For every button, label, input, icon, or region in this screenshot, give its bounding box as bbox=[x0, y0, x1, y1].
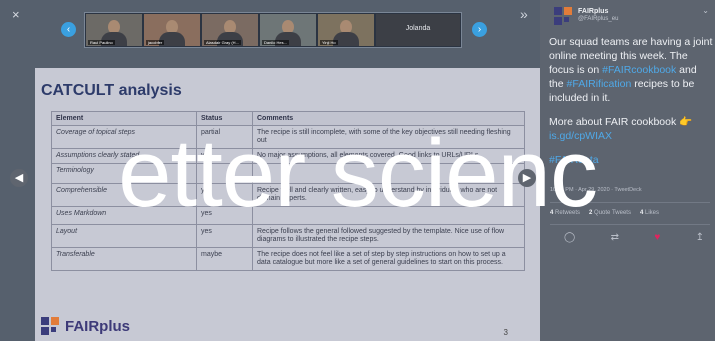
table-row: Transferable maybe The recipe does not fee… bbox=[51, 247, 525, 271]
participant-strip: Raul Paulino jacobfer Alasdair Gray (H..… bbox=[84, 12, 462, 48]
participant-name: Yinji Ho bbox=[320, 40, 338, 45]
table-row: Layout yes Recipe follows the general foll… bbox=[51, 224, 525, 248]
likes-count: 4 bbox=[639, 210, 644, 216]
cell-status: yes bbox=[196, 183, 253, 207]
quotes-count: 2 bbox=[589, 210, 593, 216]
cell-element: Coverage of topical steps bbox=[51, 125, 197, 149]
url-link[interactable]: is.gd/cpWIAX bbox=[549, 130, 612, 142]
hashtag-link[interactable]: #FAIRdata bbox=[549, 154, 599, 166]
like-icon[interactable]: ♥ bbox=[654, 232, 660, 243]
participant-name: Jolanda bbox=[405, 25, 431, 32]
table-header-row: Element Status Comments bbox=[51, 111, 525, 126]
table-row: Terminology bbox=[51, 163, 525, 184]
cell-comment bbox=[252, 163, 525, 184]
cell-comment: The recipe does not feel like a set of s… bbox=[252, 247, 525, 271]
divider bbox=[550, 224, 710, 225]
cell-status: yes bbox=[196, 206, 253, 225]
fairplus-logo-mark bbox=[41, 317, 59, 335]
logo-text: FAIRplus bbox=[65, 317, 131, 335]
slide-page-number: 3 bbox=[503, 328, 508, 337]
cell-element: Assumptions clearly stated bbox=[51, 148, 197, 164]
retweets-count: 4 bbox=[550, 210, 554, 216]
prev-participant-button[interactable]: ‹ bbox=[61, 22, 76, 37]
participant-tile: Yinji Ho bbox=[318, 14, 374, 46]
fairplus-logo: FAIRplus bbox=[41, 317, 130, 335]
cell-status: partial bbox=[196, 125, 253, 149]
lightbox-stage: { "media": { "close_glyph": "×", "expand… bbox=[0, 0, 715, 341]
reply-icon[interactable]: ◯ bbox=[564, 232, 575, 243]
table-row: Comprehensible yes Recipe well and clearly… bbox=[51, 183, 525, 207]
cell-status: maybe bbox=[196, 247, 253, 271]
hashtag-link[interactable]: #FAIRification bbox=[567, 78, 632, 90]
next-media-button[interactable]: ▶ bbox=[518, 169, 536, 187]
slide-title: CATCULT analysis bbox=[41, 82, 182, 99]
expand-icon[interactable]: » bbox=[520, 6, 528, 22]
cell-status: yes bbox=[196, 224, 253, 248]
tweet-timestamp[interactable]: 10:29 PM · Apr 29, 2020 · TweetDeck bbox=[550, 187, 642, 193]
tweet-actions: ◯ ⇄ ♥ ↥ bbox=[564, 232, 704, 243]
table-row: Assumptions clearly stated yes No major as… bbox=[51, 148, 525, 164]
cell-element: Terminology bbox=[51, 163, 197, 184]
participant-name: jacobfer bbox=[146, 40, 165, 45]
previous-media-button[interactable]: ◀ bbox=[10, 169, 28, 187]
participant-tile-named: Jolanda bbox=[376, 14, 460, 46]
next-participant-button[interactable]: › bbox=[472, 22, 487, 37]
participant-tile: Raul Paulino bbox=[86, 14, 142, 46]
table-row: Uses Markdown yes bbox=[51, 206, 525, 225]
chevron-down-icon[interactable]: ⌄ bbox=[702, 6, 709, 15]
cell-element: Comprehensible bbox=[51, 183, 197, 207]
participant-name: Raul Paulino bbox=[88, 40, 115, 45]
avatar[interactable] bbox=[554, 7, 572, 25]
participant-tile: Danilo Hes... bbox=[260, 14, 316, 46]
participant-name: Danilo Hes... bbox=[262, 40, 289, 45]
column-header: Comments bbox=[252, 111, 525, 126]
column-header: Status bbox=[196, 111, 253, 126]
divider bbox=[550, 202, 710, 203]
quotes-label: Quote Tweets bbox=[594, 210, 631, 216]
participant-tile: Alasdair Gray (H... bbox=[202, 14, 258, 46]
cell-comment: No major assumptions, all elements cover… bbox=[252, 148, 525, 164]
cell-element: Transferable bbox=[51, 247, 197, 271]
table-row: Coverage of topical steps partial The reci… bbox=[51, 125, 525, 149]
media-viewer: × » ‹ › Raul Paulino jacobfer Alasdair G… bbox=[0, 0, 540, 341]
shared-slide: CATCULT analysis Element Status Comments… bbox=[35, 68, 540, 341]
cell-element: Uses Markdown bbox=[51, 206, 197, 225]
likes-label: Likes bbox=[644, 210, 659, 216]
analysis-table: Element Status Comments Coverage of topi… bbox=[51, 111, 525, 271]
cell-element: Layout bbox=[51, 224, 197, 248]
hashtag-link[interactable]: #FAIRcookbook bbox=[602, 64, 676, 76]
tweet-stats: 4 Retweets 2 Quote Tweets 4 Likes bbox=[550, 210, 659, 216]
participant-tile: jacobfer bbox=[144, 14, 200, 46]
participant-name: Alasdair Gray (H... bbox=[204, 40, 241, 45]
share-icon[interactable]: ↥ bbox=[696, 232, 704, 243]
account-name[interactable]: FAIRplus bbox=[578, 8, 608, 15]
close-icon[interactable]: × bbox=[12, 8, 20, 21]
retweets-stat[interactable]: 4 Retweets bbox=[550, 210, 580, 216]
cell-comment: Recipe follows the general followed sugg… bbox=[252, 224, 525, 248]
cell-comment: Recipe well and clearly written, easy to… bbox=[252, 183, 525, 207]
quotes-stat[interactable]: 2 Quote Tweets bbox=[589, 210, 631, 216]
cell-status bbox=[196, 163, 253, 184]
retweet-icon[interactable]: ⇄ bbox=[611, 232, 619, 243]
cell-comment: The recipe is still incomplete, with som… bbox=[252, 125, 525, 149]
likes-stat[interactable]: 4 Likes bbox=[640, 210, 659, 216]
tweet-text: Our squad teams are having a joint onlin… bbox=[549, 35, 713, 177]
retweets-label: Retweets bbox=[555, 210, 581, 216]
cell-status: yes bbox=[196, 148, 253, 164]
tweet-panel: FAIRplus @FAIRplus_eu ⌄ Our squad teams … bbox=[540, 0, 715, 341]
column-header: Element bbox=[51, 111, 197, 126]
account-handle[interactable]: @FAIRplus_eu bbox=[578, 16, 618, 22]
tweet-text-segment: More about FAIR cookbook 👉 bbox=[549, 116, 693, 128]
cell-comment bbox=[252, 206, 525, 225]
